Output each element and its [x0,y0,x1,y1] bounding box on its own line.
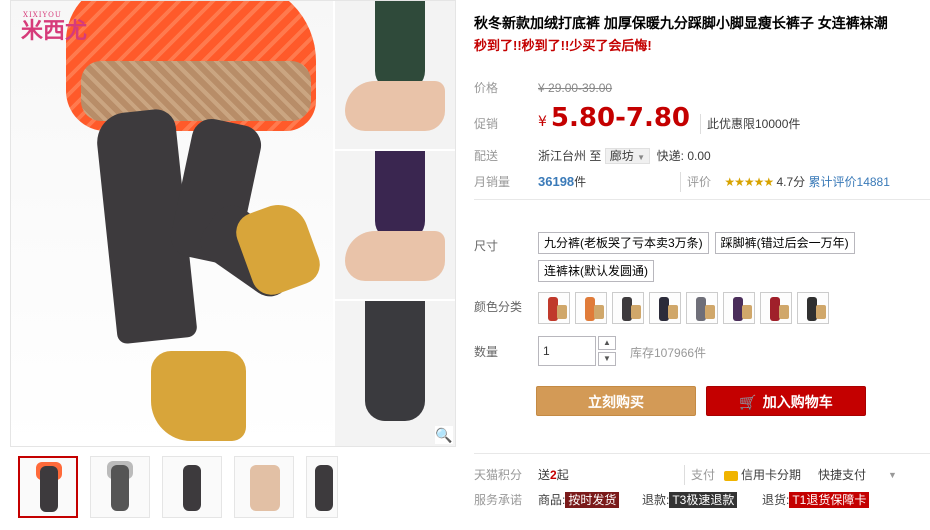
cart-icon: 🛒 [739,394,757,410]
destination-select[interactable]: 廊坊 ▼ [604,148,650,164]
buy-now-button[interactable]: 立刻购买 [536,386,696,416]
on-time-shipping-badge[interactable]: 按时发货 [565,492,620,508]
brand-logo: XIXIYOU 米西尤 [21,11,88,44]
credit-card-icon [724,470,738,481]
shipping-row: 配送 浙江台州 至 廊坊 ▼ 快递: 0.00 [474,148,711,164]
thumbnail-strip [18,456,338,520]
review-summary: 评价 ★★★★★ 4.7分 累计评价14881 [680,172,890,192]
color-swatch[interactable] [686,292,718,324]
original-price: ¥ 29.00-39.00 [538,81,613,95]
detail-image [335,1,455,149]
color-swatch[interactable] [538,292,570,324]
color-options [538,292,918,324]
color-swatch[interactable] [723,292,755,324]
size-option[interactable]: 连裤袜(默认发圆通) [538,260,654,282]
thumbnail[interactable] [234,456,294,518]
product-info: 秋冬新款加绒打底裤 加厚保暖九分踩脚小脚显瘦长裤子 女连裤袜潮 秒到了!!秒到了… [474,12,930,508]
main-product-image[interactable]: XIXIYOU 米西尤 [11,1,333,446]
thumbnail[interactable] [306,456,338,518]
promo-limit: 此优惠限10000件 [700,114,800,134]
product-subtitle: 秒到了!!秒到了!!少买了会后悔! [474,38,652,53]
color-swatch[interactable] [760,292,792,324]
color-swatch[interactable] [649,292,681,324]
credit-installment[interactable]: 信用卡分期 [724,465,801,485]
add-to-cart-button[interactable]: 🛒 加入购物车 [706,386,866,416]
monthly-sales: 36198件 [538,174,587,189]
size-option[interactable]: 九分裤(老板哭了亏本卖3万条) [538,232,709,254]
boot-graphic [151,351,246,441]
thumbnail[interactable] [18,456,78,518]
color-swatch[interactable] [797,292,829,324]
review-count-link[interactable]: 累计评价14881 [809,175,890,189]
stock-count: 库存107966件 [630,346,707,360]
promo-price: ¥5.80-7.80 [538,103,691,133]
divider [474,453,930,454]
promo-row: 促销 ¥5.80-7.80 此优惠限10000件 [474,103,801,134]
sweater-hem-graphic [81,61,311,121]
zoom-icon[interactable]: 🔍 [435,426,453,444]
product-title: 秋冬新款加绒打底裤 加厚保暖九分踩脚小脚显瘦长裤子 女连裤袜潮 [474,15,888,31]
thumbnail[interactable] [90,456,150,518]
sales-row: 月销量 36198件 评价 ★★★★★ 4.7分 累计评价14881 [474,172,930,192]
product-gallery: XIXIYOU 米西尤 🔍 [10,0,456,447]
detail-image [335,151,455,299]
chevron-down-icon[interactable]: ▼ [888,465,897,485]
star-rating-icon: ★★★★★ [724,175,774,189]
tmall-points: 送2起 [538,468,569,482]
quantity-increase-button[interactable]: ▲ [598,336,616,350]
price-row: 价格 ¥ 29.00-39.00 [474,78,930,98]
fast-refund-badge[interactable]: T3极速退款 [669,492,738,508]
quantity-decrease-button[interactable]: ▼ [598,352,616,366]
quick-pay[interactable]: 快捷支付 [818,465,866,485]
detail-images: 🔍 [335,1,455,446]
return-guarantee-badge[interactable]: T1退货保障卡 [789,492,870,508]
quantity-input[interactable]: 1 [538,336,596,366]
points-payment-row: 天猫积分 送2起 支付 信用卡分期 快捷支付 ▼ [474,465,930,485]
chevron-down-icon: ▼ [637,153,645,162]
size-option[interactable]: 踩脚裤(错过后会一万年) [714,232,855,254]
thumbnail[interactable] [162,456,222,518]
service-promise-row: 服务承诺 商品: 按时发货 退款: T3极速退款 退货: T1退货保障卡 [474,490,930,510]
price-panel: 价格 ¥ 29.00-39.00 促销 ¥5.80-7.80 此优惠限10000… [474,72,930,200]
color-swatch[interactable] [575,292,607,324]
size-options: 九分裤(老板哭了亏本卖3万条) 踩脚裤(错过后会一万年) 连裤袜(默认发圆通) [538,232,918,288]
color-swatch[interactable] [612,292,644,324]
